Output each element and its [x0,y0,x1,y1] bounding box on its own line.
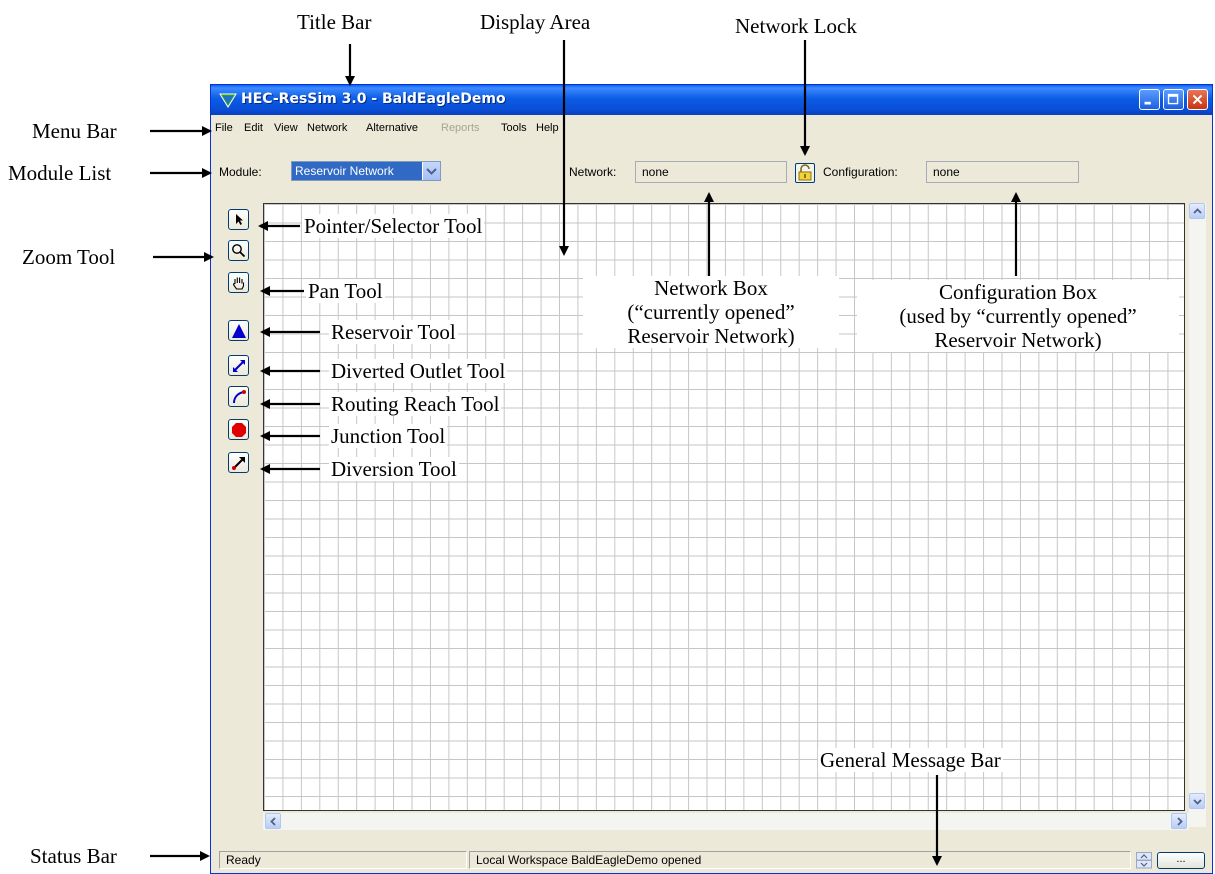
pointer-tool-button[interactable] [228,209,249,230]
diverted-outlet-icon [233,360,245,372]
general-message-bar: Local Workspace BaldEagleDemo opened [469,851,1131,869]
callout-status-bar: Status Bar [30,844,117,868]
callout-pan-tool: Pan Tool [306,279,385,303]
status-text: Ready [226,853,261,867]
hand-icon [233,277,245,290]
more-button[interactable]: ... [1157,852,1205,869]
close-icon [1192,94,1203,105]
callout-display-area: Display Area [480,10,591,34]
module-label: Module: [219,165,262,179]
vertical-scrollbar[interactable] [1189,203,1206,827]
scroll-left-button[interactable] [265,813,281,829]
maximize-button[interactable] [1163,89,1184,110]
routing-reach-tool-button[interactable] [228,386,249,407]
configuration-value: none [933,165,960,179]
chevron-up-icon [1193,208,1202,214]
scroll-down-button[interactable] [1189,793,1205,809]
status-bar: Ready Local Workspace BaldEagleDemo open… [211,847,1212,873]
chevron-right-icon [1177,817,1183,826]
callout-reservoir-tool: Reservoir Tool [329,320,458,344]
diversion-icon [232,457,245,470]
chevron-down-icon[interactable] [422,162,440,180]
pointer-icon [236,214,243,225]
menu-reports: Reports [441,122,480,134]
module-select[interactable]: Reservoir Network [291,161,441,181]
network-lock-button[interactable] [795,163,815,183]
callout-diverted-outlet-tool: Diverted Outlet Tool [329,359,508,383]
callout-diversion-tool: Diversion Tool [329,457,459,481]
callout-routing-reach-tool: Routing Reach Tool [329,392,502,416]
callout-configuration-box: Configuration Box (used by “currently op… [857,280,1179,352]
network-label: Network: [569,165,617,179]
menu-view[interactable]: View [274,122,298,134]
zoom-tool-button[interactable] [228,240,249,261]
spinner-icon[interactable] [1136,852,1152,869]
maximize-icon [1167,93,1179,105]
callout-zoom-tool: Zoom Tool [22,245,116,269]
routing-reach-icon [233,390,246,404]
magnifier-icon [232,244,246,258]
menu-tools[interactable]: Tools [501,122,527,134]
message-text: Local Workspace BaldEagleDemo opened [476,853,702,867]
close-button[interactable] [1187,89,1208,110]
configuration-field[interactable]: none [926,161,1079,183]
menu-help[interactable]: Help [536,122,559,134]
reservoir-tool-button[interactable] [228,320,249,341]
diversion-tool-button[interactable] [228,452,249,473]
menu-file[interactable]: File [215,122,233,134]
callout-general-message-bar: General Message Bar [818,748,1003,772]
window-title: HEC-ResSim 3.0 - BaldEagleDemo [241,91,506,107]
title-bar[interactable]: HEC-ResSim 3.0 - BaldEagleDemo [211,85,1212,115]
callout-module-list: Module List [8,161,112,185]
minimize-icon [1144,101,1151,105]
horizontal-scrollbar[interactable] [263,813,1189,830]
junction-tool-button[interactable] [228,419,249,440]
callout-junction-tool: Junction Tool [329,424,448,448]
menu-bar: File Edit View Network Alternative Repor… [211,117,1212,139]
menu-alternative[interactable]: Alternative [366,122,418,134]
reservoir-triangle-icon [232,324,246,338]
status-panel: Ready [219,851,467,869]
diverted-outlet-tool-button[interactable] [228,355,249,376]
chevron-left-icon [270,817,276,826]
pan-tool-button[interactable] [228,272,249,293]
callout-menu-bar: Menu Bar [32,119,117,143]
menu-network[interactable]: Network [307,122,347,134]
callout-network-lock: Network Lock [735,14,857,38]
junction-icon [232,423,246,437]
module-value: Reservoir Network [295,164,394,178]
lock-icon [798,164,812,181]
menu-edit[interactable]: Edit [244,122,263,134]
network-value: none [642,165,669,179]
minimize-button[interactable] [1139,89,1160,110]
scroll-up-button[interactable] [1189,203,1205,219]
app-icon [219,93,237,108]
callout-title-bar: Title Bar [297,10,372,34]
callout-pointer-tool: Pointer/Selector Tool [302,214,485,238]
chevron-down-icon [1193,799,1202,805]
scroll-right-button[interactable] [1171,813,1187,829]
callout-network-box: Network Box (“currently opened” Reservoi… [583,276,839,348]
configuration-label: Configuration: [823,165,898,179]
network-field[interactable]: none [635,161,787,183]
